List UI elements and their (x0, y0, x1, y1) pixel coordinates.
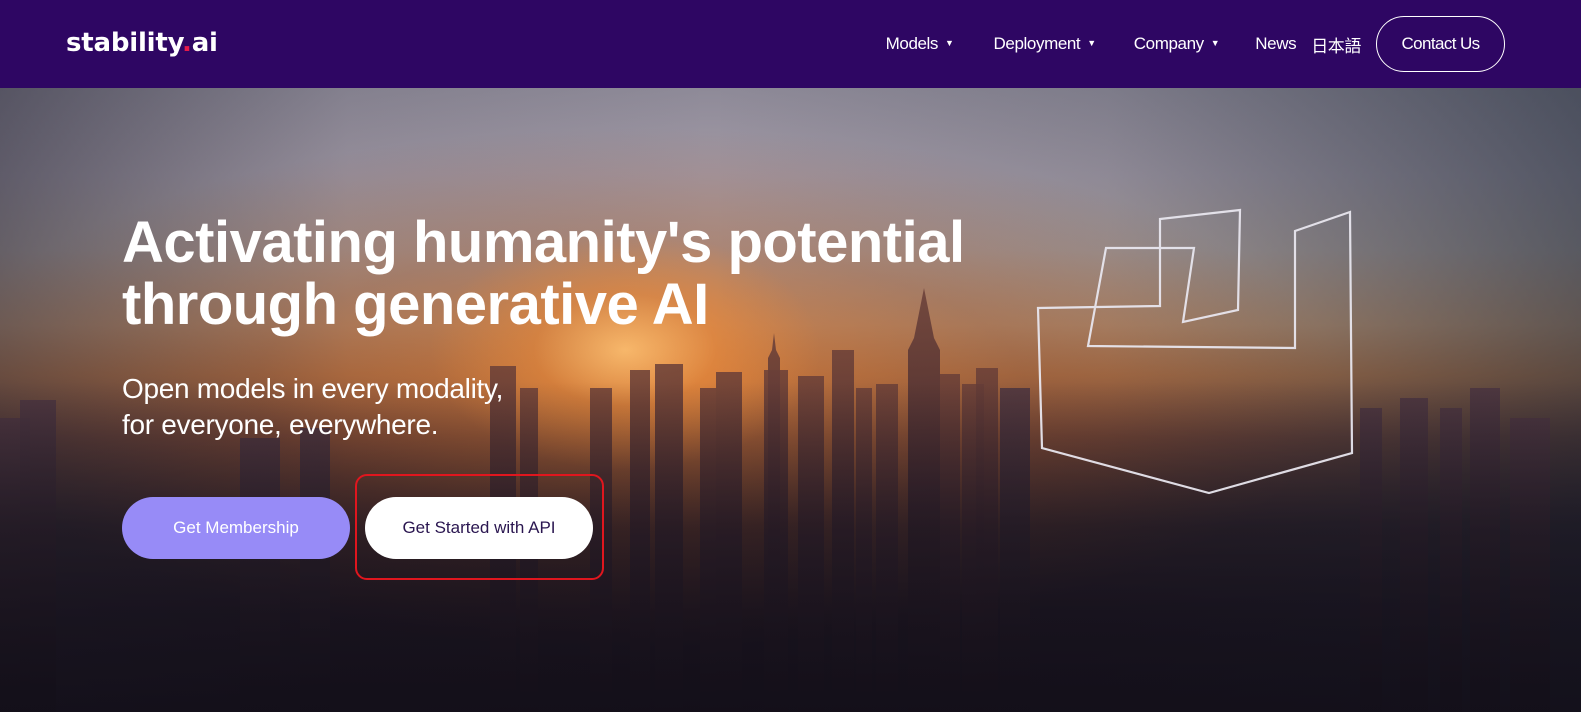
contact-us-button[interactable]: Contact Us (1376, 16, 1505, 72)
hero-headline: Activating humanity's potential through … (122, 212, 1022, 336)
subline-line-1: Open models in every modality, (122, 373, 504, 404)
nav-menu: Models ▼ Deployment ▼ Company ▼ News 日本語… (886, 16, 1505, 72)
caret-down-icon: ▼ (1210, 38, 1220, 48)
nav-item-label: Deployment (993, 34, 1081, 53)
subline-line-2: for everyone, everywhere. (122, 409, 439, 440)
nav-item-company[interactable]: Company ▼ (1133, 34, 1220, 54)
nav-item-news[interactable]: News (1255, 34, 1296, 54)
hero-subheadline: Open models in every modality, for every… (122, 371, 722, 443)
get-membership-button[interactable]: Get Membership (122, 497, 350, 559)
nav-item-models[interactable]: Models ▼ (886, 34, 954, 54)
headline-line-1: Activating humanity's potential (122, 210, 965, 275)
nav-item-label: Models (885, 34, 939, 53)
nav-item-label: Company (1133, 34, 1204, 53)
nav-item-label: News (1255, 34, 1297, 53)
stability-outline-mark-icon (1036, 208, 1354, 495)
stability-logo[interactable]: stability.ai (66, 26, 218, 60)
headline-line-2: through generative AI (122, 272, 709, 337)
hero-section: Activating humanity's potential through … (0, 88, 1581, 712)
get-started-with-api-button[interactable]: Get Started with API (365, 497, 593, 559)
nav-item-deployment[interactable]: Deployment ▼ (993, 34, 1097, 54)
caret-down-icon: ▼ (945, 38, 954, 48)
top-navigation: stability.ai Models ▼ Deployment ▼ Compa… (0, 0, 1581, 88)
logo-suffix: ai (191, 28, 218, 58)
nav-item-japanese[interactable]: 日本語 (1311, 32, 1361, 57)
logo-text: stability (66, 28, 182, 58)
logo-dot: . (182, 28, 192, 58)
nav-item-label: 日本語 (1311, 36, 1361, 57)
caret-down-icon: ▼ (1087, 38, 1096, 48)
